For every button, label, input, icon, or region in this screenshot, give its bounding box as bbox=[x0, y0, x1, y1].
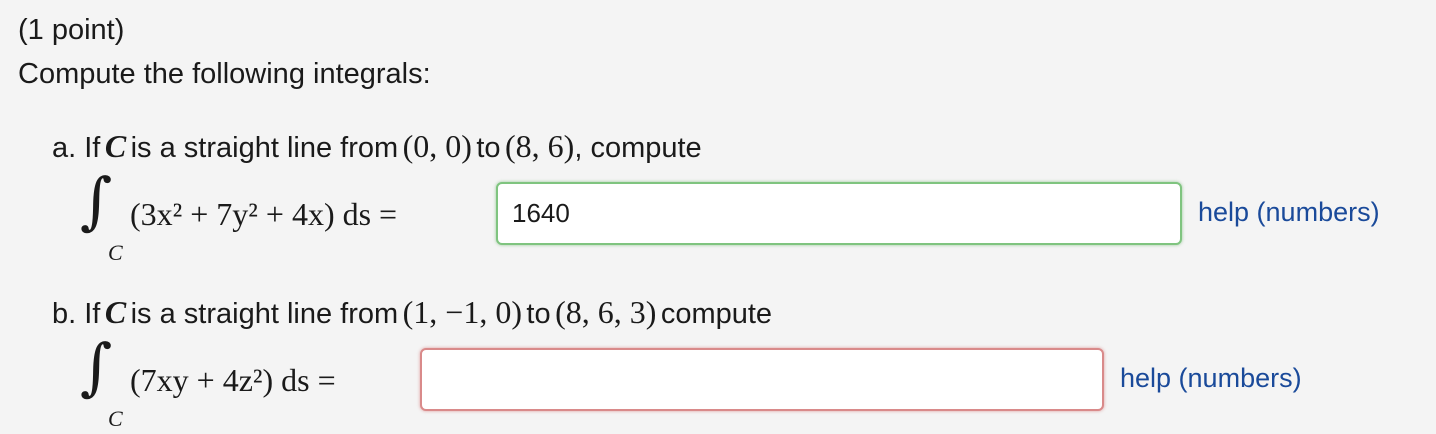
question-b-text-2: to bbox=[526, 298, 551, 330]
question-a-start-point: (0, 0) bbox=[402, 128, 472, 164]
question-a-prefix: a. If bbox=[52, 132, 101, 164]
question-a-text-2: to bbox=[476, 132, 501, 164]
question-a-end-point: (8, 6) bbox=[505, 128, 575, 164]
integral-sign-b: ∫ bbox=[80, 330, 113, 403]
integral-subscript-b: C bbox=[108, 406, 123, 431]
instructions-text: Compute the following integrals: bbox=[18, 58, 431, 90]
question-b-statement: b. If C is a straight line from (1, −1, … bbox=[52, 294, 772, 331]
answer-input-a[interactable] bbox=[496, 182, 1182, 245]
question-b-start-point: (1, −1, 0) bbox=[402, 294, 522, 330]
question-b-curve: C bbox=[104, 294, 127, 330]
integrand-b: (7xy + 4z²) ds = bbox=[130, 362, 336, 398]
question-a-curve: C bbox=[104, 128, 127, 164]
question-b-end-point: (8, 6, 3) bbox=[555, 294, 657, 330]
integral-sign-a: ∫ bbox=[80, 164, 113, 237]
question-b-prefix: b. If bbox=[52, 298, 101, 330]
help-numbers-link-a[interactable]: help (numbers) bbox=[1198, 197, 1380, 228]
question-a-statement: a. If C is a straight line from (0, 0) t… bbox=[52, 128, 702, 165]
question-b-text-3: compute bbox=[660, 298, 773, 330]
points-label: (1 point) bbox=[18, 14, 125, 46]
question-a-text-1: is a straight line from bbox=[130, 132, 399, 164]
question-b-text-1: is a straight line from bbox=[130, 298, 399, 330]
integrand-a: (3x² + 7y² + 4x) ds = bbox=[130, 196, 398, 232]
answer-input-b[interactable] bbox=[420, 348, 1104, 411]
question-a-text-3: , compute bbox=[574, 132, 702, 164]
help-numbers-link-b[interactable]: help (numbers) bbox=[1120, 363, 1302, 394]
integral-subscript-a: C bbox=[108, 240, 123, 265]
